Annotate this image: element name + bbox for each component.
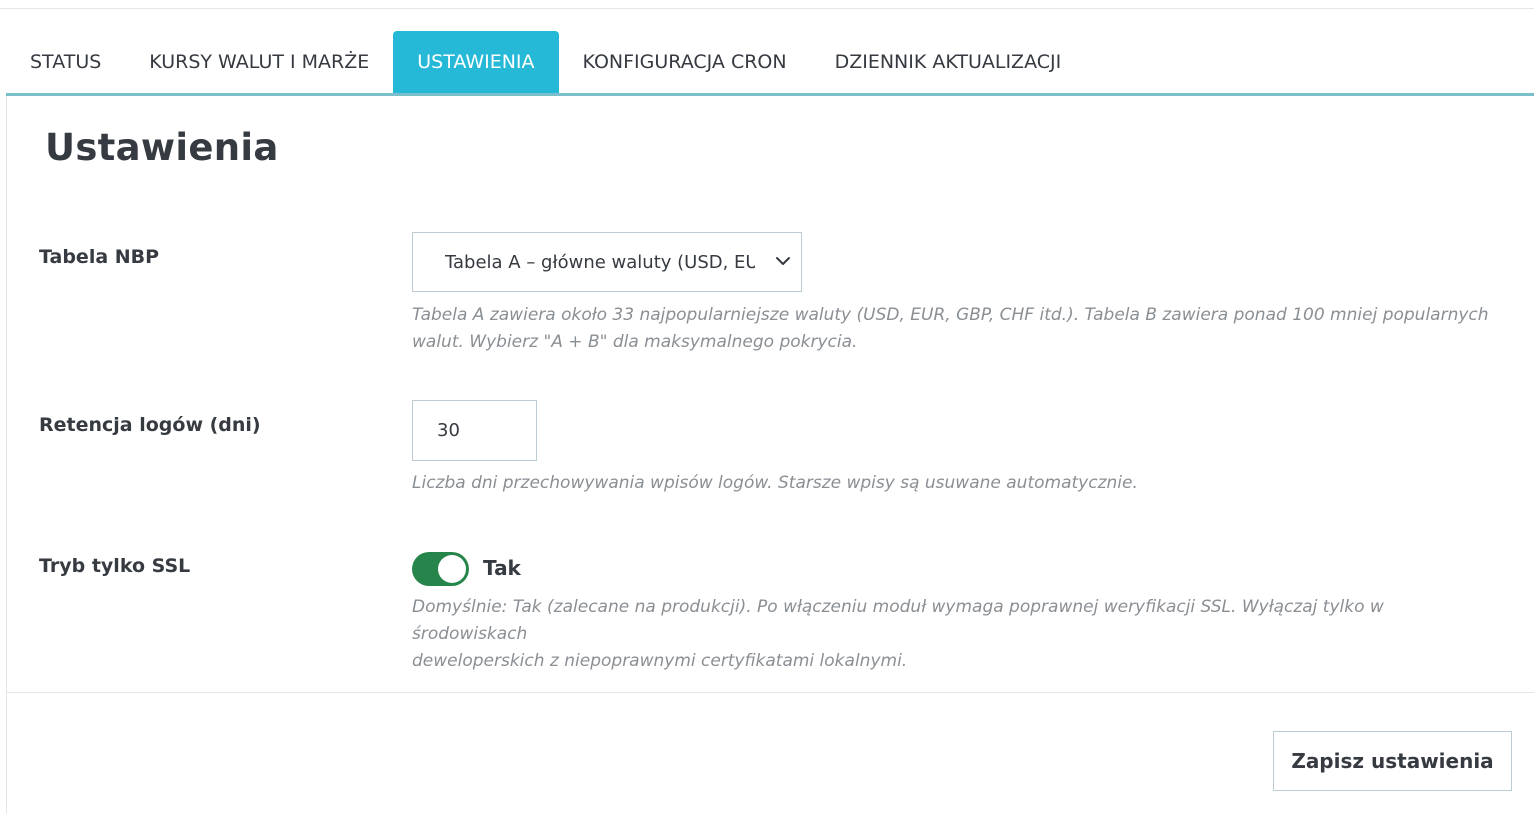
ssl-only-label: Tryb tylko SSL — [39, 555, 191, 577]
chevron-down-icon — [776, 257, 790, 265]
ssl-only-toggle[interactable] — [412, 552, 469, 586]
nbp-table-label: Tabela NBP — [39, 246, 160, 268]
tab-konfiguracja-cron[interactable]: KONFIGURACJA CRON — [559, 31, 811, 93]
nbp-table-help-line2: walut. Wybierz "A + B" dla maksymalnego … — [412, 332, 858, 352]
nbp-table-selected-value: Tabela A – główne waluty (USD, EUR — [445, 251, 755, 273]
settings-panel: Ustawienia Tabela NBP Tabela A – główne … — [6, 96, 1534, 814]
ssl-only-help-line1: Domyślnie: Tak (zalecane na produkcji). … — [412, 597, 1384, 644]
tab-status[interactable]: STATUS — [6, 31, 125, 93]
log-retention-help: Liczba dni przechowywania wpisów logów. … — [412, 473, 1138, 493]
nbp-table-help-line1: Tabela A zawiera około 33 najpopularniej… — [412, 305, 1489, 325]
nbp-table-select[interactable]: Tabela A – główne waluty (USD, EUR — [412, 232, 802, 292]
toggle-knob — [438, 555, 466, 583]
save-settings-button[interactable]: Zapisz ustawienia — [1273, 731, 1512, 791]
tab-ustawienia[interactable]: USTAWIENIA — [393, 31, 559, 93]
top-divider — [0, 8, 1534, 9]
tab-dziennik-aktualizacji[interactable]: DZIENNIK AKTUALIZACJI — [811, 31, 1086, 93]
log-retention-input[interactable] — [412, 400, 537, 461]
tab-kursy-walut[interactable]: KURSY WALUT I MARŻE — [125, 31, 393, 93]
nbp-table-help: Tabela A zawiera około 33 najpopularniej… — [412, 302, 1492, 356]
ssl-only-help-line2: deweloperskich z niepoprawnymi certyfika… — [412, 651, 908, 671]
log-retention-label: Retencja logów (dni) — [39, 414, 261, 436]
footer-divider — [7, 692, 1534, 693]
ssl-only-help: Domyślnie: Tak (zalecane na produkcji). … — [412, 594, 1492, 675]
tab-bar: STATUS KURSY WALUT I MARŻE USTAWIENIA KO… — [6, 31, 1534, 96]
ssl-only-state-label: Tak — [483, 556, 521, 580]
page-title: Ustawienia — [45, 126, 279, 169]
